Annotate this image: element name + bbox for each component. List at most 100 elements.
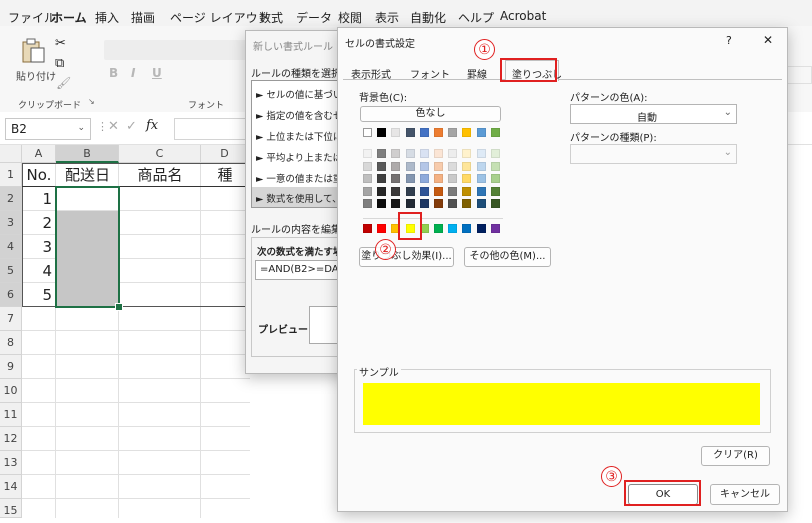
- theme-color-swatch[interactable]: [434, 149, 443, 158]
- theme-color-swatch[interactable]: [462, 199, 472, 208]
- menu-page-layout[interactable]: ページ レイアウト: [170, 9, 270, 26]
- theme-color-swatch[interactable]: [377, 161, 387, 171]
- theme-color-swatch[interactable]: [434, 199, 443, 208]
- paste-icon[interactable]: [20, 38, 46, 64]
- rule-type-item[interactable]: ► 平均より上または: [256, 150, 342, 164]
- menu-file[interactable]: ファイル: [8, 9, 56, 26]
- select-all-corner[interactable]: [0, 145, 22, 163]
- theme-color-swatch[interactable]: [448, 149, 458, 158]
- standard-color-swatch[interactable]: [434, 224, 443, 233]
- name-box[interactable]: B2 ⌄: [5, 118, 91, 140]
- header-cell-type[interactable]: 種: [201, 163, 249, 187]
- cell-number[interactable]: 5: [22, 283, 52, 307]
- header-cell-delivery-date[interactable]: 配送日: [56, 163, 119, 187]
- cell-number[interactable]: 2: [22, 211, 52, 235]
- menu-review[interactable]: 校閲: [338, 9, 362, 26]
- color-swatch[interactable]: [419, 128, 429, 137]
- cell-number[interactable]: 4: [22, 259, 52, 283]
- row-header[interactable]: 4: [0, 235, 22, 259]
- theme-color-swatch[interactable]: [419, 161, 429, 171]
- color-swatch[interactable]: [377, 128, 387, 137]
- column-header-b[interactable]: B: [56, 145, 119, 163]
- theme-color-swatch[interactable]: [476, 149, 486, 158]
- cancel-button[interactable]: キャンセル: [710, 484, 780, 505]
- theme-color-swatch[interactable]: [391, 174, 401, 183]
- theme-color-swatch[interactable]: [377, 186, 387, 196]
- insert-function-icon[interactable]: fx: [146, 118, 158, 133]
- theme-color-swatch[interactable]: [419, 199, 429, 208]
- theme-color-swatch[interactable]: [462, 161, 472, 171]
- theme-color-swatch[interactable]: [419, 174, 429, 183]
- no-color-button[interactable]: 色なし: [360, 106, 501, 122]
- theme-color-swatch[interactable]: [462, 186, 472, 196]
- pattern-color-select[interactable]: 自動 ⌄: [570, 104, 737, 124]
- theme-color-swatch[interactable]: [419, 186, 429, 196]
- theme-color-swatch[interactable]: [405, 199, 415, 208]
- italic-button[interactable]: I: [131, 66, 135, 80]
- font-name-box[interactable]: [104, 40, 252, 60]
- theme-color-swatch[interactable]: [476, 199, 486, 208]
- tab-border[interactable]: 罫線: [467, 66, 487, 81]
- tab-number[interactable]: 表示形式: [351, 66, 391, 81]
- standard-color-swatch[interactable]: [462, 224, 472, 233]
- menu-help[interactable]: ヘルプ: [458, 9, 494, 26]
- row-header[interactable]: 8: [0, 331, 22, 355]
- theme-color-swatch[interactable]: [363, 161, 372, 171]
- theme-color-swatch[interactable]: [377, 199, 387, 208]
- dialog-launcher-icon[interactable]: ↘: [88, 97, 95, 106]
- theme-color-swatch[interactable]: [405, 186, 415, 196]
- standard-color-swatch[interactable]: [490, 224, 500, 233]
- pattern-type-select[interactable]: ⌄: [570, 144, 737, 164]
- standard-color-swatch[interactable]: [448, 224, 458, 233]
- color-swatch[interactable]: [490, 128, 500, 137]
- rule-type-item[interactable]: ► 上位または下位に: [256, 129, 342, 143]
- row-header[interactable]: 14: [0, 475, 22, 499]
- rule-type-item[interactable]: ► 指定の値を含むセ: [256, 108, 342, 122]
- cut-icon[interactable]: ✂: [55, 36, 66, 51]
- underline-button[interactable]: U: [152, 66, 162, 80]
- menu-data[interactable]: データ: [296, 9, 332, 26]
- theme-color-swatch[interactable]: [490, 161, 500, 171]
- theme-color-swatch[interactable]: [476, 174, 486, 183]
- row-header[interactable]: 11: [0, 403, 22, 427]
- close-icon[interactable]: ✕: [763, 33, 773, 47]
- chevron-down-icon[interactable]: ⌄: [724, 147, 732, 158]
- theme-color-swatch[interactable]: [377, 174, 387, 183]
- theme-color-swatch[interactable]: [462, 174, 472, 183]
- theme-color-swatch[interactable]: [434, 186, 443, 196]
- row-header[interactable]: 2: [0, 187, 22, 211]
- theme-color-swatch[interactable]: [490, 186, 500, 196]
- theme-color-swatch[interactable]: [462, 149, 472, 158]
- selected-range-border[interactable]: [55, 186, 120, 308]
- theme-color-swatch[interactable]: [391, 149, 401, 158]
- confirm-entry-icon[interactable]: ✓: [126, 119, 137, 134]
- copy-icon[interactable]: ⧉: [55, 56, 64, 71]
- bold-button[interactable]: B: [109, 66, 118, 80]
- theme-color-swatch[interactable]: [448, 161, 458, 171]
- header-cell-no[interactable]: No.: [22, 163, 56, 187]
- theme-color-swatch[interactable]: [448, 186, 458, 196]
- row-header[interactable]: 9: [0, 355, 22, 379]
- theme-color-swatch[interactable]: [363, 186, 372, 196]
- color-swatch[interactable]: [363, 128, 372, 137]
- theme-color-swatch[interactable]: [377, 149, 387, 158]
- theme-color-swatch[interactable]: [476, 186, 486, 196]
- color-swatch[interactable]: [405, 128, 415, 137]
- menu-view[interactable]: 表示: [375, 9, 399, 26]
- theme-color-swatch[interactable]: [363, 149, 372, 158]
- menu-acrobat[interactable]: Acrobat: [500, 9, 546, 23]
- theme-color-swatch[interactable]: [448, 199, 458, 208]
- theme-color-swatch[interactable]: [405, 149, 415, 158]
- standard-color-swatch[interactable]: [377, 224, 387, 233]
- color-swatch[interactable]: [476, 128, 486, 137]
- standard-color-swatch[interactable]: [363, 224, 372, 233]
- menu-formulas[interactable]: 数式: [259, 9, 283, 26]
- menu-draw[interactable]: 描画: [131, 9, 155, 26]
- theme-color-swatch[interactable]: [405, 161, 415, 171]
- cell-number[interactable]: 1: [22, 187, 52, 211]
- theme-color-swatch[interactable]: [448, 174, 458, 183]
- fill-effects-button[interactable]: 塗りつぶし効果(I)...: [359, 247, 454, 267]
- theme-color-swatch[interactable]: [476, 161, 486, 171]
- theme-color-swatch[interactable]: [405, 174, 415, 183]
- row-header[interactable]: 5: [0, 259, 22, 283]
